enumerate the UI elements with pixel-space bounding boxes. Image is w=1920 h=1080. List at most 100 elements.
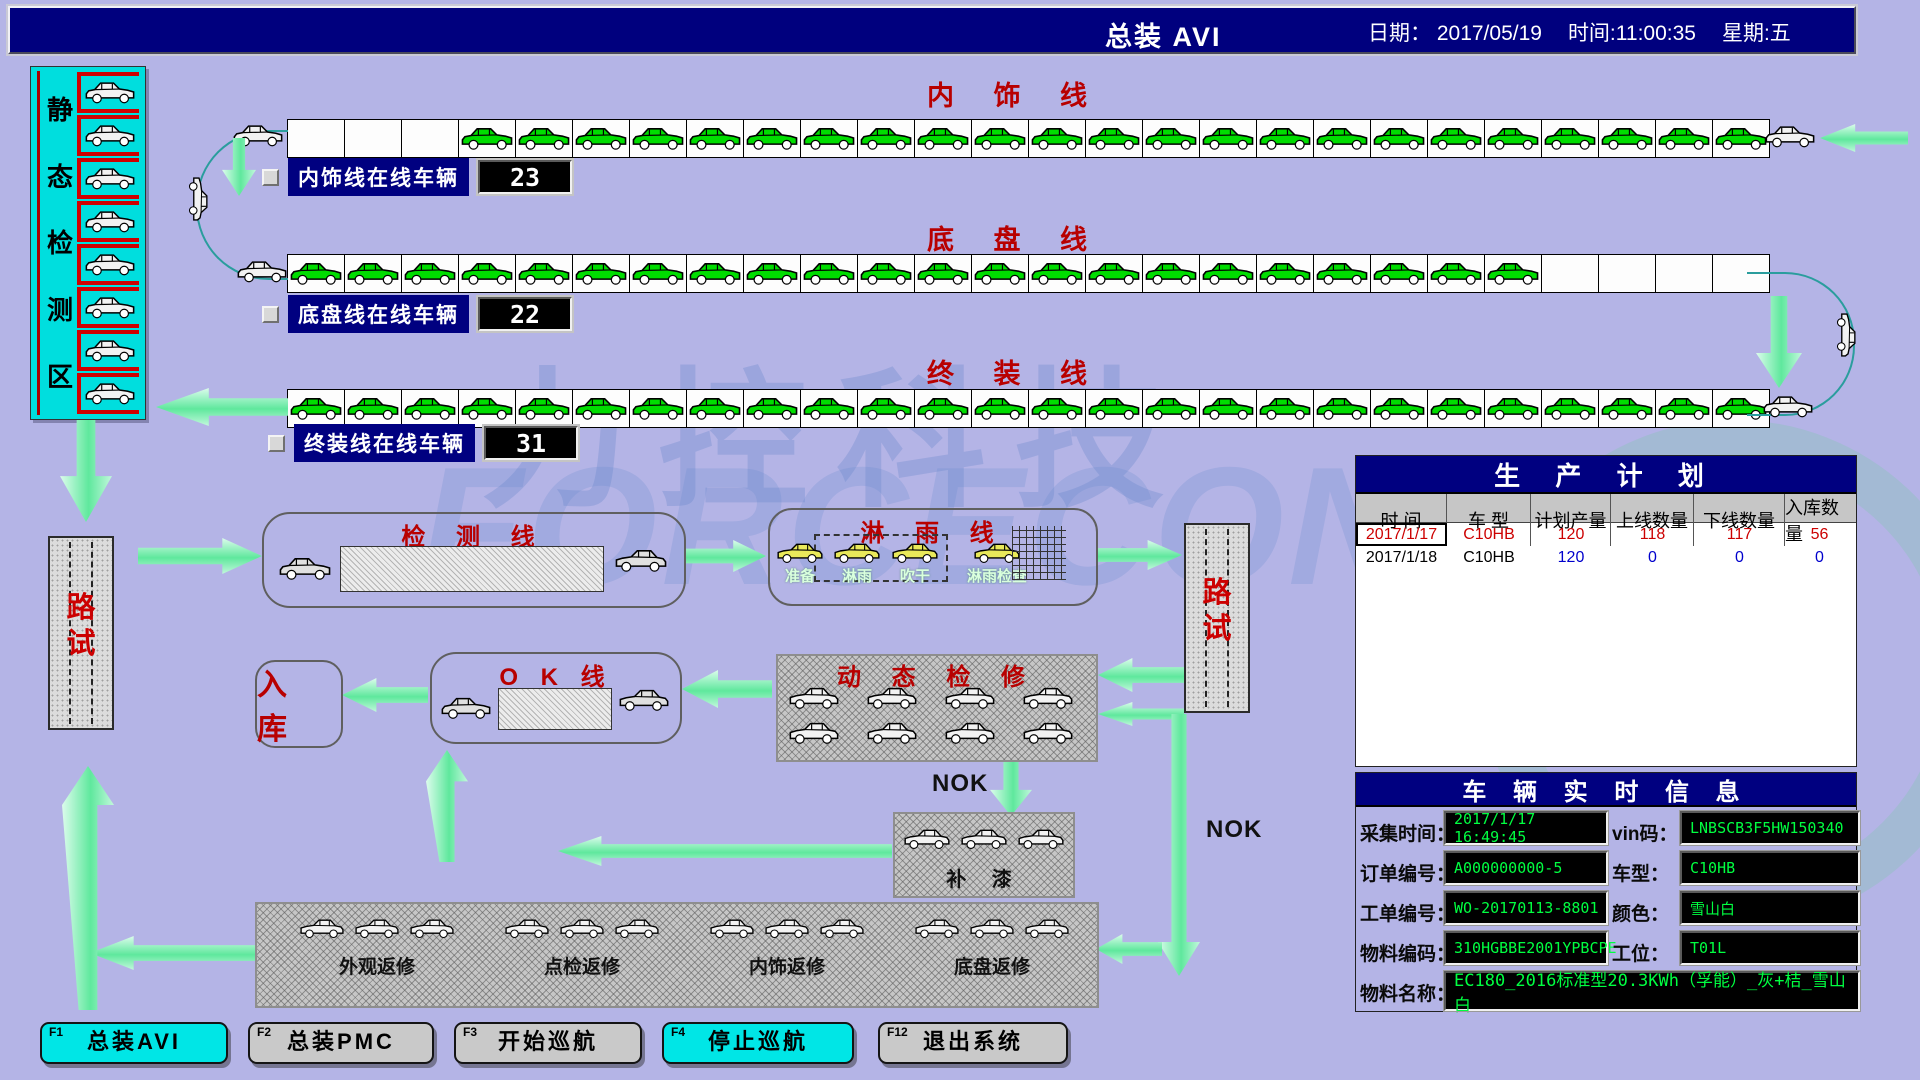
button-f12-exit[interactable]: F12 退出系统 [878,1022,1068,1064]
rain-step-label: 准备 [785,565,815,586]
conveyor-cell [459,255,516,292]
conveyor-cell [1086,390,1143,427]
conveyor-cell [858,255,915,292]
button-f4-stop-cruise[interactable]: F4 停止巡航 [662,1022,854,1064]
line-title-chassis: 底 盘 线 [287,218,1743,257]
repair-group: 外观返修 [292,916,462,979]
field-label-material-name: 物料名称： [1360,979,1455,1006]
counter-button-final[interactable] [268,435,285,452]
conveyor-cell [1143,390,1200,427]
car-icon [903,826,951,851]
conveyor-cell [687,390,744,427]
car-icon [1022,719,1074,746]
roadtest-left: 路试 [48,536,114,730]
car-icon [916,258,970,288]
field-label-material-code: 物料编码： [1360,939,1455,966]
counter-label-final: 终装线在线车辆 [294,424,475,462]
conveyor-cell [1314,120,1371,157]
roadtest-right: 路试 [1184,523,1250,713]
avi-monitor-screen: 力控科技 FORCECON 总装 AVI 日期： 2017/05/19 时间:1… [0,0,1920,1080]
plan-cell: 56 [1785,523,1854,546]
conveyor-cell [1428,120,1485,157]
button-f12-key: F12 [887,1025,908,1039]
car-icon [403,393,457,423]
conveyor-cell [1314,390,1371,427]
arrow-dynamic-ok [682,670,772,708]
arrow-roadtest-dynamic-1 [1098,658,1184,692]
nok-label-2: NOK [1206,816,1262,844]
field-label-collect-time: 采集时间： [1360,819,1455,846]
conveyor-cell [402,120,459,157]
car-icon [1543,393,1597,423]
car-icon [631,123,685,153]
car-icon [631,258,685,288]
conveyor-cell [972,390,1029,427]
line-title-final: 终 装 线 [287,352,1743,391]
button-f3-start-cruise[interactable]: F3 开始巡航 [454,1022,642,1064]
rain-mesh-grid [1012,526,1066,580]
plan-cell: 120 [1531,523,1611,546]
conveyor-cell [345,390,402,427]
plan-row[interactable]: 2017/1/18C10HB120000 [1356,546,1856,569]
conveyor-cell [1371,120,1428,157]
sidebar-car-slots [77,72,139,416]
conveyor-cell [1257,255,1314,292]
button-f1-avi[interactable]: F1 总装AVI [40,1022,228,1064]
car-icon [1486,123,1540,153]
production-plan-title: 生 产 计 划 [1356,456,1856,494]
repair-group-cars [292,916,462,940]
counter-button-chassis[interactable] [262,306,279,323]
conveyor-cell [288,255,345,292]
car-icon [745,393,799,423]
dynamic-repair-box: 动 态 检 修 [776,654,1098,762]
counter-value-interior: 23 [478,160,572,194]
counter-label-chassis: 底盘线在线车辆 [288,295,469,333]
car-icon [788,684,840,711]
conveyor-cell [972,255,1029,292]
sidebar-title-char: 区 [47,357,73,394]
field-label-color: 颜色： [1612,899,1669,926]
warehouse-label: 入 库 [257,660,341,748]
car-icon [1762,392,1814,420]
car-icon [517,258,571,288]
conveyor-cell [1086,255,1143,292]
conveyor-cell [1599,120,1656,157]
conveyor-cell [801,120,858,157]
arrow-up-roadtest [62,766,114,1010]
car-icon [346,258,400,288]
repair-line-box: 外观返修 点检返修 内饰返修 底盘返修 [255,902,1099,1008]
conveyor-cell [1029,255,1086,292]
car-icon [745,258,799,288]
conveyor-cell [402,255,459,292]
car-icon [1372,123,1426,153]
plan-cell: 0 [1785,546,1854,569]
arrow-inspection-rain [684,540,766,572]
conveyor-cell [858,120,915,157]
car-icon [745,123,799,153]
car-icon [1714,123,1768,153]
car-icon [819,916,865,940]
button-f2-pmc[interactable]: F2 总装PMC [248,1022,434,1064]
counter-final: 终装线在线车辆 31 [268,424,578,462]
date-text: 日期： 2017/05/19 [1368,17,1542,47]
sidebar-title-char: 测 [47,290,73,327]
conveyor-cell [1029,390,1086,427]
field-value-collect-time: 2017/1/17 16:49:45 [1444,811,1608,845]
conveyor-cell [1599,390,1656,427]
sidebar-car-slot [77,287,139,328]
car-icon [688,258,742,288]
car-icon [1258,258,1312,288]
button-f4-label: 停止巡航 [664,1024,852,1060]
conveyor-cell [402,390,459,427]
conveyor-cell [345,255,402,292]
car-icon [574,123,628,153]
car-icon [802,123,856,153]
car-icon [914,916,960,940]
plan-row[interactable]: 2017/1/17C10HB12011811756 [1356,523,1856,546]
field-value-material-name: EC180_2016标准型20.3KWh（孚能）_灰+桔_雪山白 [1444,971,1860,1011]
roadtest-right-label: 路试 [1186,575,1248,647]
car-icon [289,258,343,288]
car-icon [1834,312,1860,358]
conveyor-cell [573,390,630,427]
conveyor-cell [1428,390,1485,427]
